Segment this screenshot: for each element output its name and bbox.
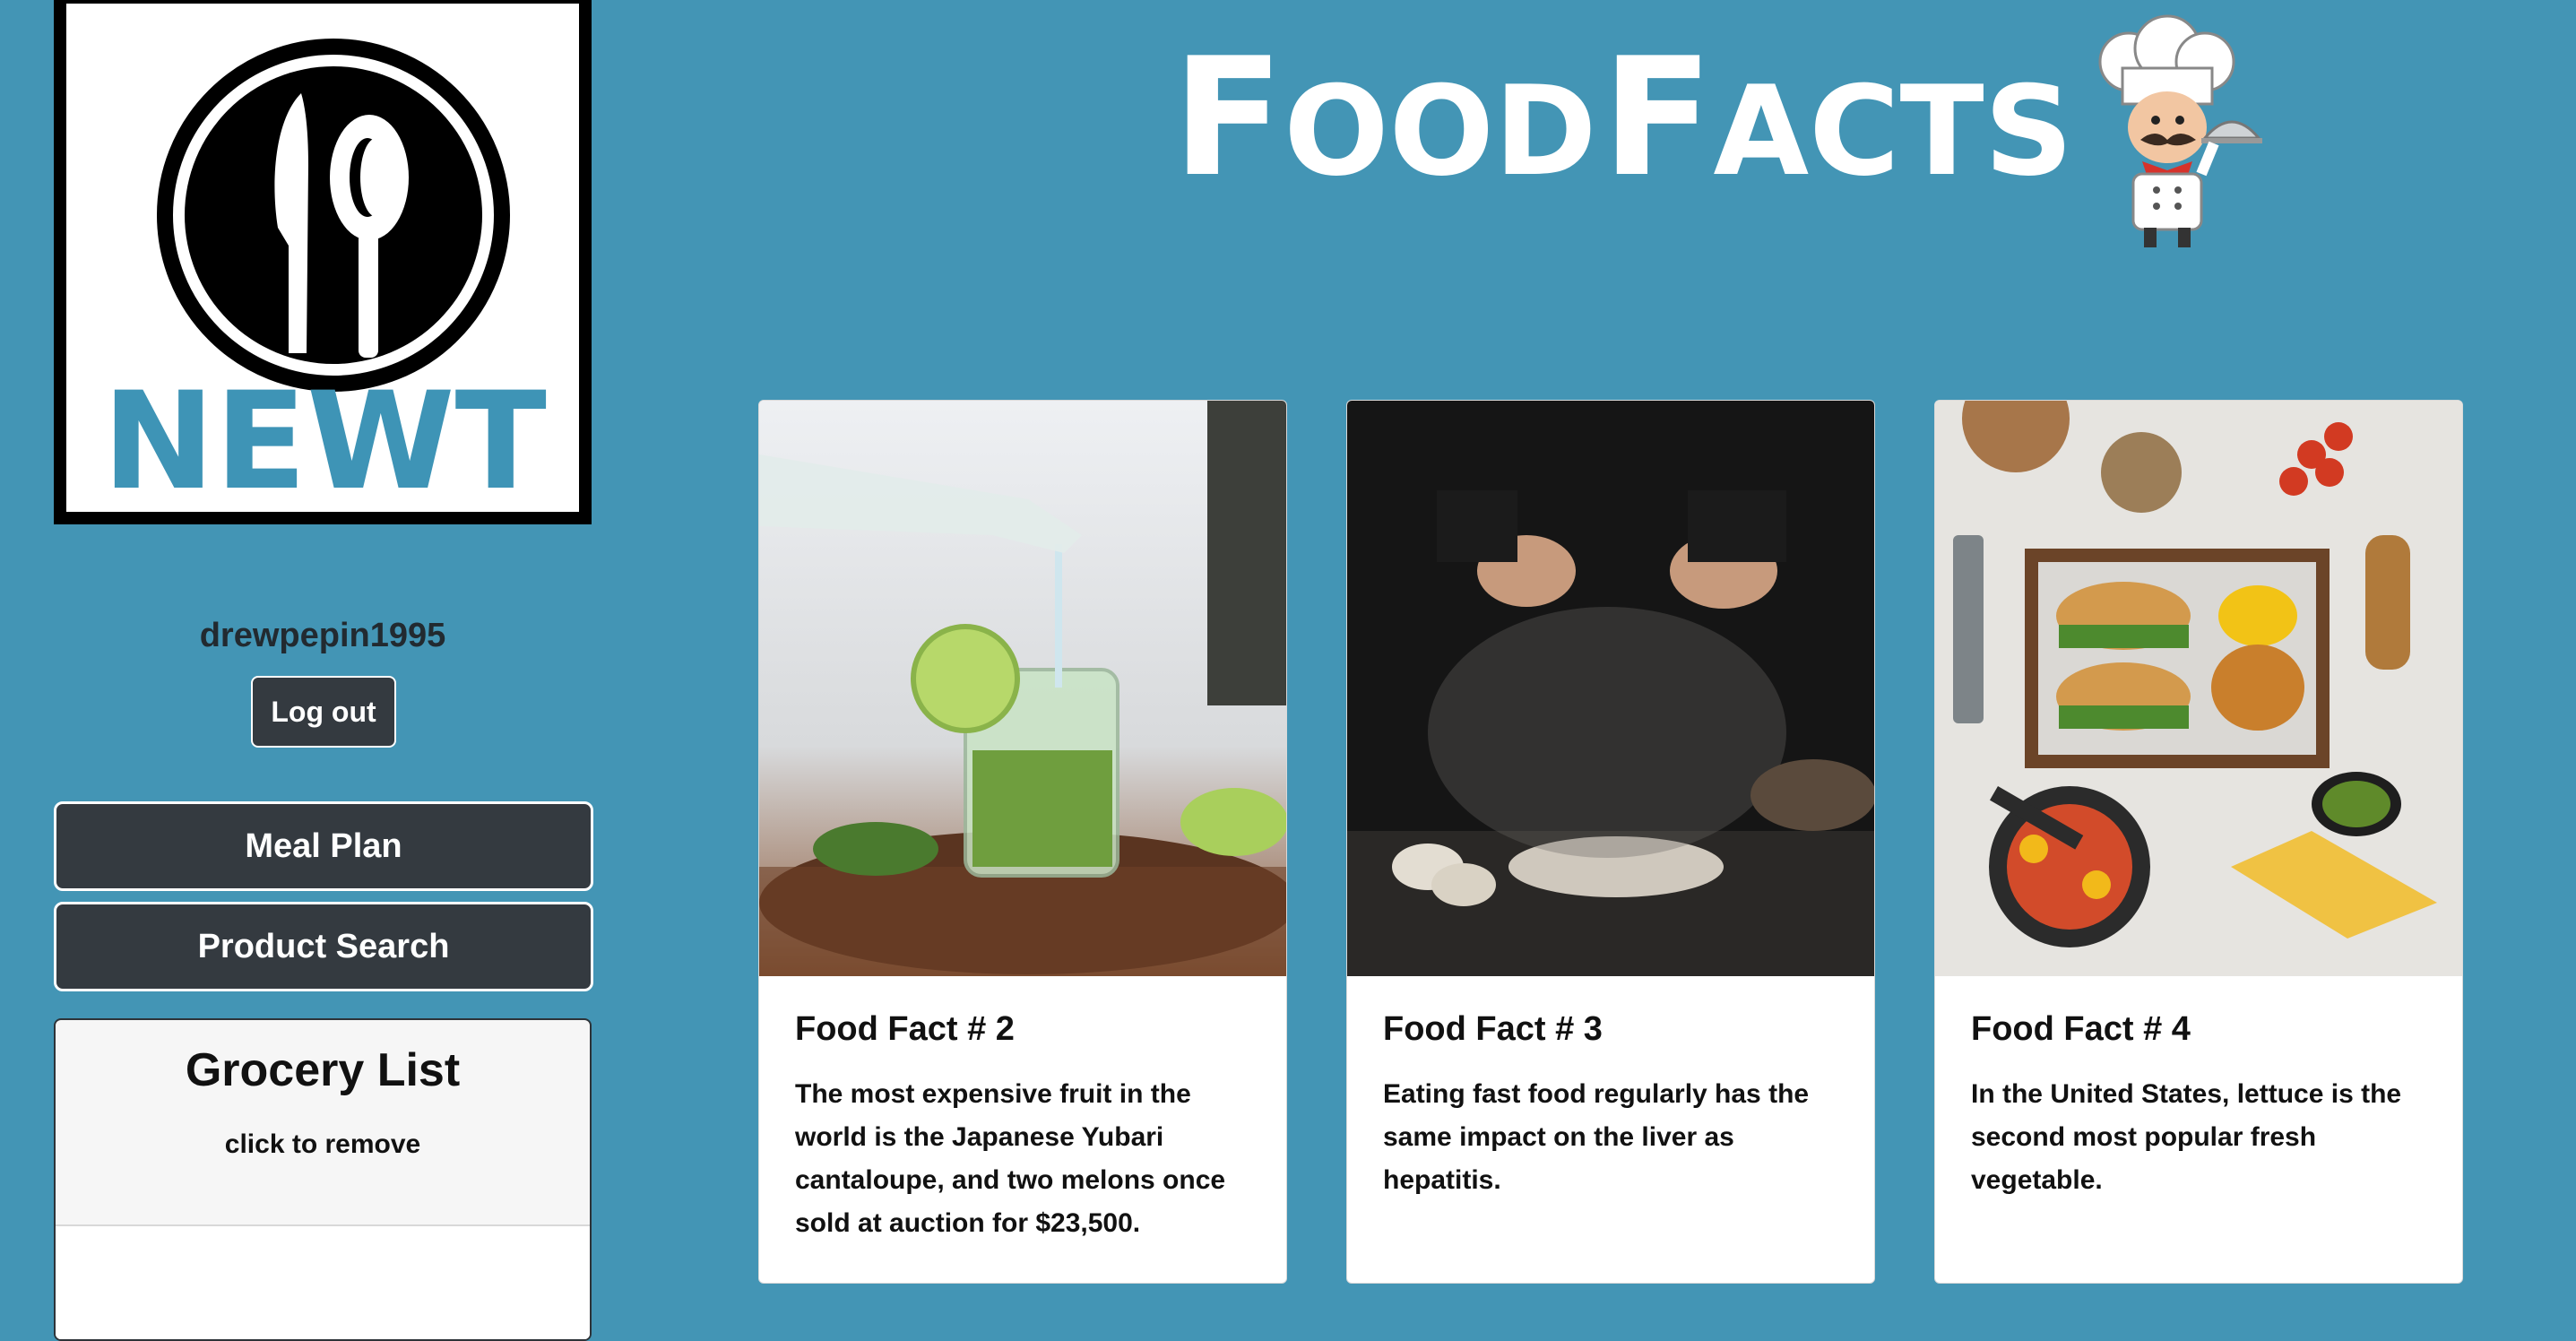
grocery-list-items[interactable] — [56, 1226, 590, 1339]
card-text: In the United States, lettuce is the sec… — [1971, 1079, 2402, 1195]
grocery-list-panel: Grocery List click to remove — [54, 1018, 592, 1341]
logo-text: NEWT — [102, 364, 547, 512]
product-search-button[interactable]: Product Search — [54, 902, 593, 991]
grocery-list-hint: click to remove — [224, 1129, 421, 1159]
card-title: Food Fact # 3 — [1383, 1010, 1603, 1048]
food-fact-card: Food Fact # 4 In the United States, lett… — [1934, 400, 2463, 1284]
username: drewpepin1995 — [199, 617, 446, 654]
fork-spoon-plate-icon: NEWT — [102, 39, 547, 512]
burger-fries-spread-image — [1935, 401, 2462, 976]
logout-button[interactable]: Log out — [251, 676, 396, 748]
page-title: FOOD FACTS — [1172, 36, 2073, 199]
food-fact-card: Food Fact # 2 The most expensive fruit i… — [758, 400, 1287, 1284]
card-text: Eating fast food regularly has the same … — [1383, 1079, 1810, 1195]
title-word-acts: ACTS — [1713, 59, 2074, 203]
grocery-list-title: Grocery List — [185, 1044, 461, 1096]
title-word-ood: OOD — [1284, 59, 1597, 203]
food-fact-card: Food Fact # 3 Eating fast food regularly… — [1346, 400, 1875, 1284]
drink-pouring-image — [759, 401, 1286, 976]
card-text: The most expensive fruit in the world is… — [795, 1079, 1226, 1238]
meal-plan-button[interactable]: Meal Plan — [54, 801, 593, 891]
newt-logo[interactable]: NEWT — [54, 0, 592, 524]
title-initial-f2: F — [1602, 22, 1714, 212]
chef-icon — [2098, 14, 2262, 247]
card-title: Food Fact # 4 — [1971, 1010, 2191, 1048]
title-initial-f: F — [1172, 22, 1284, 212]
flour-dusting-image — [1347, 401, 1874, 976]
card-title: Food Fact # 2 — [795, 1010, 1015, 1048]
